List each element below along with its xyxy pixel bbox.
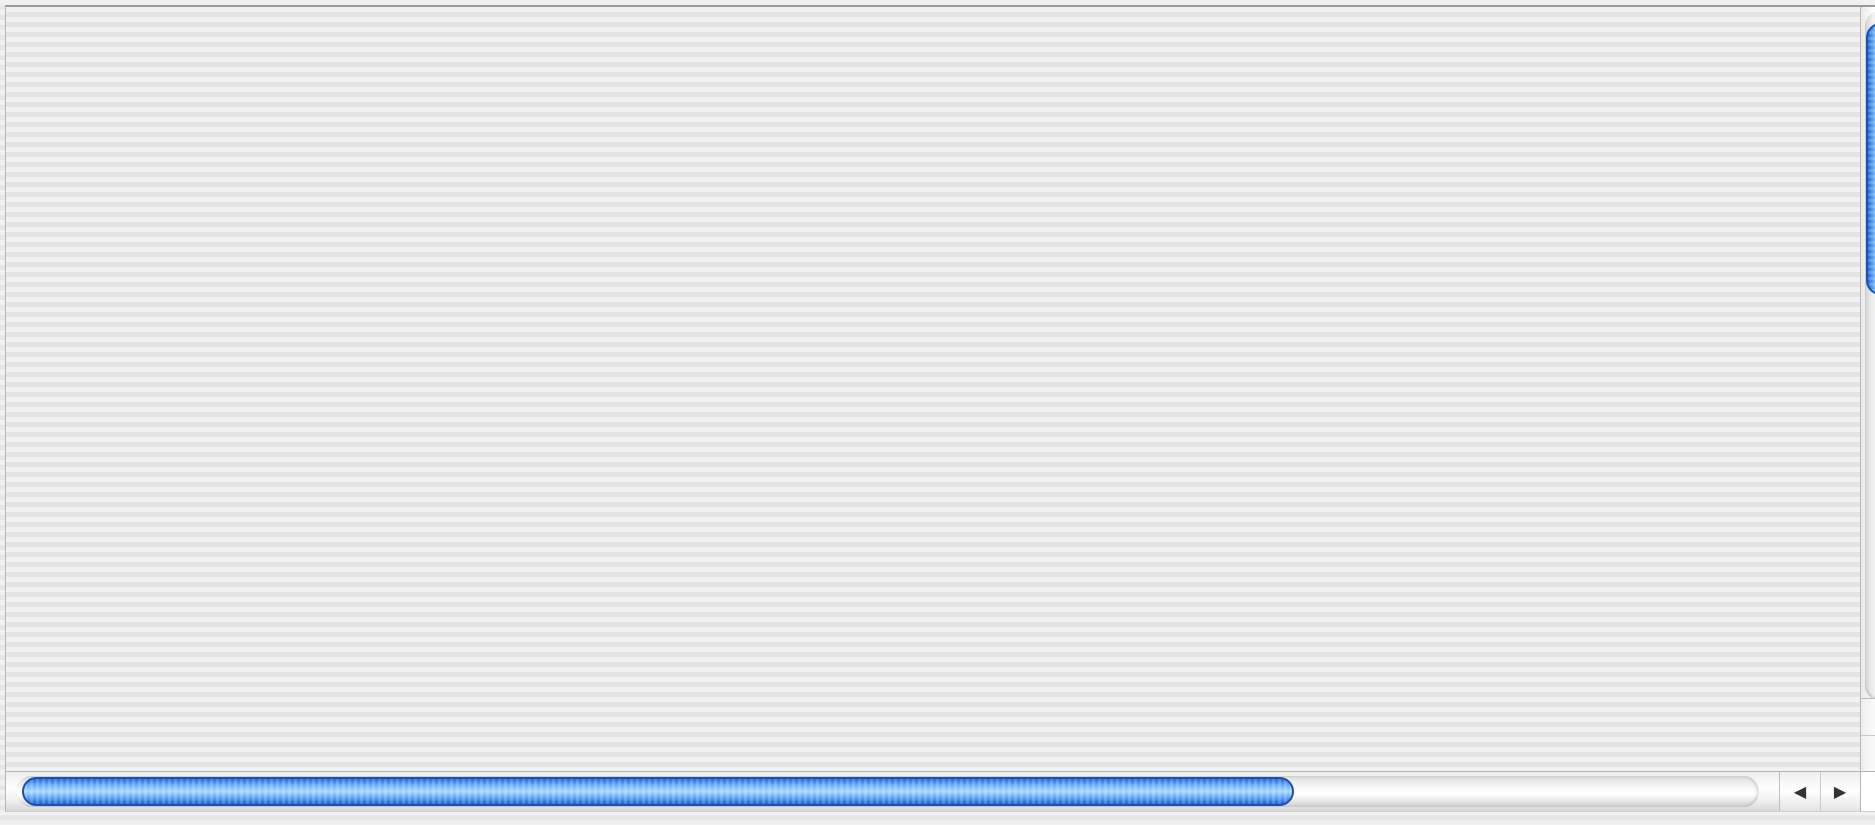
scroll-up-arrow-icon[interactable]: ▲ bbox=[1861, 699, 1875, 736]
scroll-content-area[interactable] bbox=[6, 7, 1860, 771]
horizontal-scroll-thumb[interactable] bbox=[22, 777, 1294, 806]
scroll-view[interactable]: ▲ ▼ ◀ ▶ bbox=[5, 5, 1875, 812]
scroll-down-arrow-icon[interactable]: ▼ bbox=[1861, 735, 1875, 771]
vertical-scroll-arrows: ▲ ▼ bbox=[1861, 698, 1875, 771]
horizontal-scroll-arrows: ◀ ▶ bbox=[1779, 772, 1860, 811]
horizontal-scroll-track[interactable] bbox=[16, 776, 1759, 807]
vertical-scroll-track[interactable] bbox=[1865, 11, 1875, 701]
horizontal-scrollbar[interactable]: ◀ ▶ bbox=[6, 771, 1860, 811]
scroll-left-arrow-icon[interactable]: ◀ bbox=[1780, 772, 1821, 811]
vertical-scrollbar[interactable]: ▲ ▼ bbox=[1860, 7, 1875, 771]
scrollbar-corner bbox=[1860, 771, 1875, 811]
vertical-scroll-thumb[interactable] bbox=[1866, 23, 1875, 295]
scroll-right-arrow-icon[interactable]: ▶ bbox=[1820, 772, 1860, 811]
